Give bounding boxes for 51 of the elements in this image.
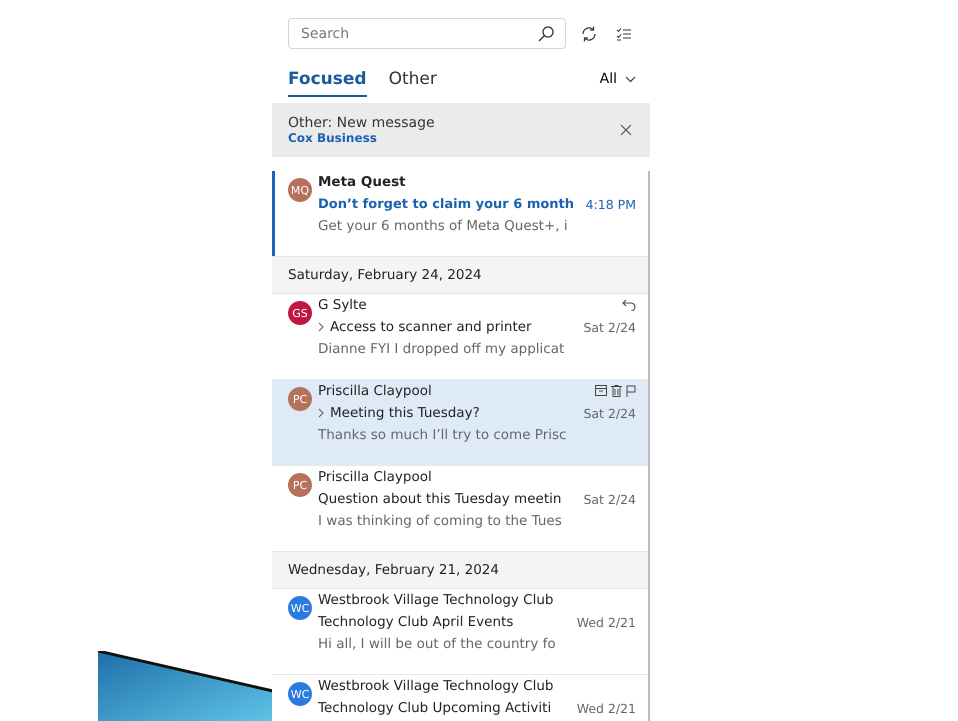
date-header: Saturday, February 24, 2024	[272, 257, 648, 294]
date-header: Wednesday, February 21, 2024	[272, 552, 648, 589]
search-field[interactable]: Search	[288, 18, 566, 49]
message-preview: I was thinking of coming to the Tues	[318, 513, 562, 529]
message-preview: Hi all, I will be out of the country fo	[318, 636, 556, 652]
chevron-down-icon	[625, 76, 636, 82]
chevron-right-icon[interactable]	[318, 322, 324, 332]
sender-name: Priscilla Claypool	[318, 469, 432, 485]
sender-name: Westbrook Village Technology Club	[318, 678, 554, 694]
avatar: WC	[288, 596, 312, 620]
search-icon	[537, 24, 555, 42]
message-time: 4:18 PM	[586, 196, 636, 212]
avatar: PC	[288, 387, 312, 411]
tab[interactable]: Focused	[288, 69, 367, 97]
notification-banner[interactable]: Other: New message Cox Business	[272, 103, 650, 157]
reply-icon	[622, 299, 636, 311]
avatar: WC	[288, 682, 312, 706]
message-subject: Don’t forget to claim your 6 month	[318, 196, 574, 212]
message-preview: Get your 6 months of Meta Quest+, i	[318, 218, 568, 234]
sender-name: Westbrook Village Technology Club	[318, 592, 554, 608]
banner-title: Other: New message	[288, 115, 435, 131]
close-icon[interactable]	[620, 124, 632, 136]
avatar: PC	[288, 473, 312, 497]
message-subject: Technology Club Upcoming Activiti	[318, 700, 552, 716]
sender-name: G Sylte	[318, 297, 367, 313]
message-subject: Technology Club April Events	[318, 614, 514, 630]
message-row[interactable]: WC Westbrook Village Technology Club Technology Club April Events Wed 2/21 Hi all, I will be out of the country fo	[272, 589, 648, 675]
flag-icon[interactable]	[626, 385, 636, 397]
filter-dropdown[interactable]: All	[594, 71, 642, 97]
delete-icon[interactable]	[611, 385, 622, 397]
message-subject: Meeting this Tuesday?	[330, 405, 480, 421]
avatar: GS	[288, 301, 312, 325]
search-input: Search	[299, 24, 537, 42]
message-preview: Thanks so much I’ll try to come Prisc	[318, 427, 566, 443]
message-time: Sat 2/24	[583, 492, 636, 506]
chevron-right-icon[interactable]	[318, 408, 324, 418]
message-row[interactable]: PC Priscilla Claypool Meeting this Tuesday? Sat 2/24 Thanks so much I’ll try to come Prisc	[272, 380, 648, 466]
message-time: Sat 2/24	[583, 320, 636, 334]
archive-icon[interactable]	[595, 385, 607, 396]
sender-name: Priscilla Claypool	[318, 383, 432, 399]
message-subject: Question about this Tuesday meetin	[318, 491, 562, 507]
message-row[interactable]: WC Westbrook Village Technology Club Technology Club Upcoming Activiti Wed 2/21	[272, 675, 648, 721]
banner-sender: Cox Business	[288, 131, 378, 145]
message-time: Sat 2/24	[583, 406, 636, 420]
tab[interactable]: Other	[388, 69, 437, 97]
message-time: Wed 2/21	[576, 614, 636, 630]
avatar: MQ	[288, 178, 312, 202]
sender-name: Meta Quest	[318, 174, 406, 190]
message-subject: Access to scanner and printer	[330, 319, 532, 335]
message-time: Wed 2/21	[576, 700, 636, 716]
message-preview: Dianne FYI I dropped off my applicat	[318, 341, 564, 357]
